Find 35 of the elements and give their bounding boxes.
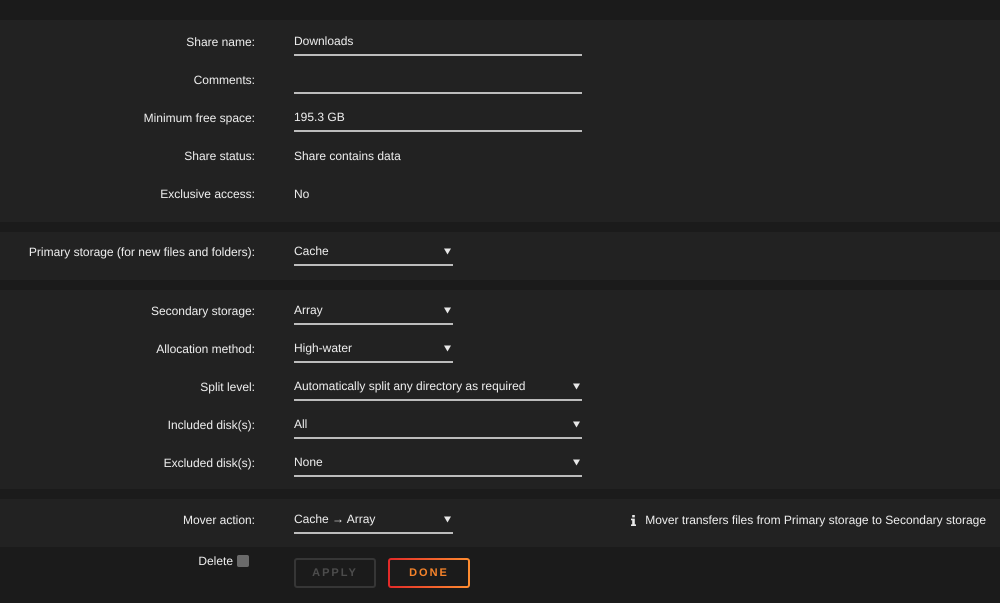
caret-icon (444, 516, 451, 522)
caret-icon (444, 344, 451, 352)
field-value: Share contains data (294, 149, 401, 163)
action-button[interactable]: DONE (388, 558, 470, 588)
caret-icon (573, 382, 580, 390)
caret-icon (444, 248, 451, 254)
field-value: No (294, 187, 310, 201)
caret-icon (573, 458, 580, 466)
field-label: Primary storage (for new files and folders): (28, 244, 255, 261)
delete-checkbox[interactable] (237, 555, 249, 567)
field-label: Secondary storage: (150, 303, 255, 320)
dropdown-select[interactable]: All (294, 411, 582, 439)
field-label: Mover action: (182, 512, 255, 529)
caret-icon (573, 420, 580, 428)
field-label: Split level: (200, 379, 255, 396)
dropdown-select[interactable]: Automatically split any directory as required (294, 373, 582, 401)
field-label: Exclusive access: (160, 186, 255, 203)
field-label: Share status: (184, 148, 255, 165)
field-label: Allocation method: (156, 341, 255, 358)
dropdown-select[interactable]: Cache → Array (294, 506, 453, 534)
info-icon (631, 514, 636, 526)
field-label: Share name: (186, 34, 255, 51)
dropdown-select[interactable]: Cache (294, 238, 453, 266)
text-field[interactable]: Downloads (294, 28, 582, 56)
field-label: Included disk(s): (168, 417, 255, 434)
field-label: Minimum free space: (144, 110, 255, 127)
caret-icon (444, 306, 451, 314)
field-label: Excluded disk(s): (164, 455, 255, 472)
field-label: Comments: (194, 72, 255, 89)
dropdown-select[interactable]: None (294, 449, 582, 477)
delete-label: Delete (198, 553, 233, 570)
dropdown-select[interactable]: High-water (294, 335, 453, 363)
text-field[interactable]: 195.3 GB (294, 104, 582, 132)
dropdown-select[interactable]: Array (294, 297, 453, 325)
info-note: Mover transfers files from Primary storage to Secondary storage (645, 512, 986, 529)
